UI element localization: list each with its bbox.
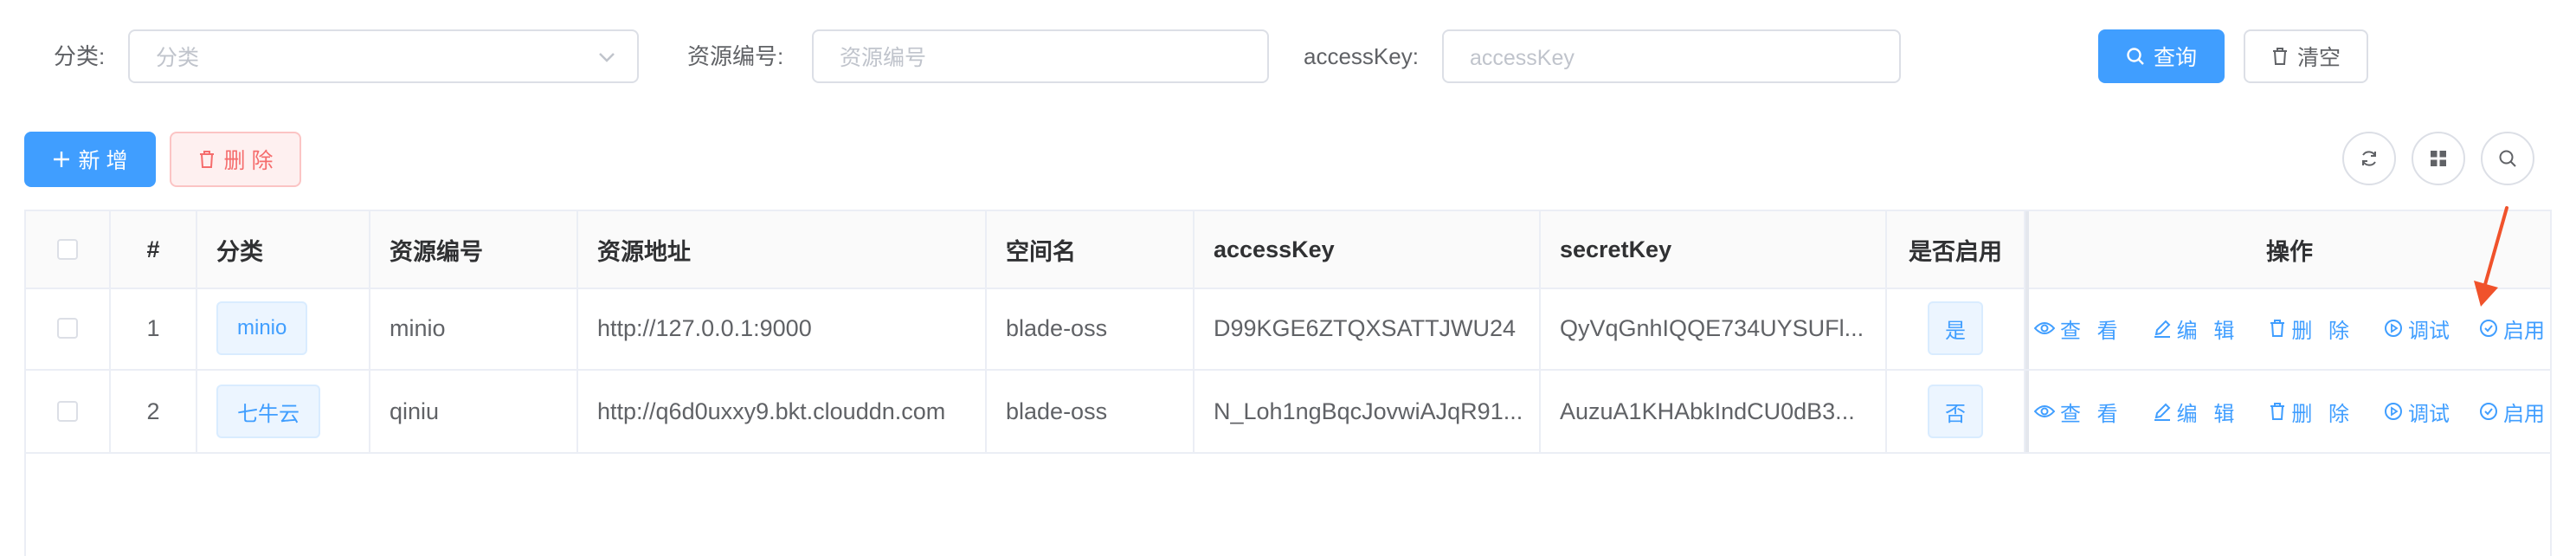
- play-circle-icon: [2385, 403, 2402, 420]
- delete-action[interactable]: 删 除: [2269, 314, 2354, 344]
- enable-action[interactable]: 启用: [2479, 397, 2545, 427]
- header-category: 分类: [197, 211, 370, 288]
- row-accesskey: D99KGE6ZTQXSATTJWU24: [1195, 288, 1541, 369]
- row-actions: 查 看 编 辑 删 除 调试 启用: [2025, 371, 2550, 452]
- edit-icon: [2154, 320, 2171, 338]
- enable-action-label: 启用: [2503, 402, 2545, 426]
- view-action-label: 查 看: [2059, 402, 2123, 426]
- debug-action-label: 调试: [2408, 319, 2450, 343]
- row-select-cell: [26, 288, 111, 369]
- edit-action[interactable]: 编 辑: [2153, 314, 2240, 344]
- delete-action[interactable]: 删 除: [2269, 397, 2354, 427]
- table-row: 2 七牛云 qiniu http://q6d0uxxy9.bkt.clouddn…: [26, 371, 2550, 454]
- trash-icon: [2272, 48, 2287, 65]
- header-enabled: 是否启用: [1887, 211, 2025, 288]
- header-bucket: 空间名: [987, 211, 1195, 288]
- play-circle-icon: [2385, 320, 2402, 337]
- eye-icon: [2033, 322, 2055, 334]
- row-resource-code: minio: [370, 288, 578, 369]
- row-secretkey: AuzuA1KHAbkIndCU0dB3...: [1541, 371, 1887, 452]
- row-enabled-cell: 是: [1887, 288, 2025, 369]
- debug-action[interactable]: 调试: [2384, 397, 2450, 427]
- refresh-button[interactable]: [2342, 132, 2396, 185]
- row-bucket: blade-oss: [987, 288, 1195, 369]
- delete-button-label: 删 除: [223, 149, 274, 173]
- clear-button-label: 清空: [2296, 46, 2341, 70]
- row-checkbox[interactable]: [57, 318, 78, 339]
- annotation-arrow-icon: [2474, 206, 2508, 307]
- accesskey-input[interactable]: accessKey: [1442, 29, 1901, 83]
- row-category-cell: 七牛云: [197, 371, 370, 452]
- edit-action-label: 编 辑: [2176, 402, 2240, 426]
- view-action[interactable]: 查 看: [2033, 314, 2123, 344]
- check-circle-icon: [2480, 320, 2497, 337]
- row-endpoint: http://q6d0uxxy9.bkt.clouddn.com: [578, 371, 987, 452]
- enabled-tag: 否: [1928, 385, 1983, 438]
- trash-icon: [2270, 320, 2285, 337]
- search-toggle-button[interactable]: [2481, 132, 2534, 185]
- delete-action-label: 删 除: [2291, 319, 2354, 343]
- edit-icon: [2154, 403, 2171, 421]
- debug-action-label: 调试: [2408, 402, 2450, 426]
- header-accesskey: accessKey: [1195, 211, 1541, 288]
- category-tag: 七牛云: [216, 385, 320, 438]
- eye-icon: [2033, 405, 2055, 417]
- resource-code-placeholder: 资源编号: [840, 46, 927, 70]
- row-select-cell: [26, 371, 111, 452]
- row-checkbox[interactable]: [57, 401, 78, 422]
- row-bucket: blade-oss: [987, 371, 1195, 452]
- category-label: 分类:: [54, 43, 106, 69]
- accesskey-placeholder: accessKey: [1470, 46, 1575, 70]
- trash-icon: [199, 151, 214, 168]
- add-button-label: 新 增: [78, 149, 128, 173]
- row-secretkey: QyVqGnhIQQE734UYSUFl...: [1541, 288, 1887, 369]
- edit-action-label: 编 辑: [2176, 319, 2240, 343]
- enabled-tag: 是: [1928, 301, 1983, 355]
- columns-button[interactable]: [2412, 132, 2465, 185]
- table-header-row: # 分类 资源编号 资源地址 空间名 accessKey secretKey 是…: [26, 211, 2550, 289]
- row-resource-code: qiniu: [370, 371, 578, 452]
- trash-icon: [2270, 403, 2285, 420]
- select-all-checkbox[interactable]: [57, 239, 78, 260]
- row-enabled-cell: 否: [1887, 371, 2025, 452]
- resource-code-input[interactable]: 资源编号: [812, 29, 1269, 83]
- resource-code-label: 资源编号:: [687, 43, 784, 69]
- header-index: #: [111, 211, 197, 288]
- row-accesskey: N_Loh1ngBqcJovwiAJqR91...: [1195, 371, 1541, 452]
- add-button[interactable]: 新 增: [24, 132, 156, 187]
- query-button[interactable]: 查询: [2098, 29, 2225, 83]
- clear-button[interactable]: 清空: [2244, 29, 2368, 83]
- header-endpoint: 资源地址: [578, 211, 987, 288]
- plus-icon: [53, 152, 69, 167]
- category-placeholder: 分类: [156, 46, 200, 70]
- delete-button[interactable]: 删 除: [170, 132, 301, 187]
- category-select[interactable]: 分类: [128, 29, 639, 83]
- header-secretkey: secretKey: [1541, 211, 1887, 288]
- chevron-down-icon: [599, 53, 615, 62]
- row-index: 2: [111, 371, 197, 452]
- search-icon: [2499, 150, 2516, 167]
- view-action-label: 查 看: [2059, 319, 2123, 343]
- row-index: 1: [111, 288, 197, 369]
- header-resource-code: 资源编号: [370, 211, 578, 288]
- check-circle-icon: [2480, 403, 2497, 420]
- view-action[interactable]: 查 看: [2033, 397, 2123, 427]
- row-endpoint: http://127.0.0.1:9000: [578, 288, 987, 369]
- delete-action-label: 删 除: [2291, 402, 2354, 426]
- debug-action[interactable]: 调试: [2384, 314, 2450, 344]
- search-icon: [2127, 48, 2144, 65]
- edit-action[interactable]: 编 辑: [2153, 397, 2240, 427]
- query-button-label: 查询: [2153, 46, 2197, 70]
- select-all-cell: [26, 211, 111, 288]
- row-category-cell: minio: [197, 288, 370, 369]
- enable-action-label: 启用: [2503, 319, 2545, 343]
- enable-action[interactable]: 启用: [2479, 314, 2545, 344]
- category-tag: minio: [216, 301, 308, 355]
- data-table: # 分类 资源编号 资源地址 空间名 accessKey secretKey 是…: [24, 210, 2552, 556]
- table-row: 1 minio minio http://127.0.0.1:9000 blad…: [26, 288, 2550, 371]
- accesskey-label: accessKey:: [1304, 43, 1419, 69]
- grid-icon: [2431, 151, 2446, 166]
- refresh-icon: [2362, 151, 2376, 166]
